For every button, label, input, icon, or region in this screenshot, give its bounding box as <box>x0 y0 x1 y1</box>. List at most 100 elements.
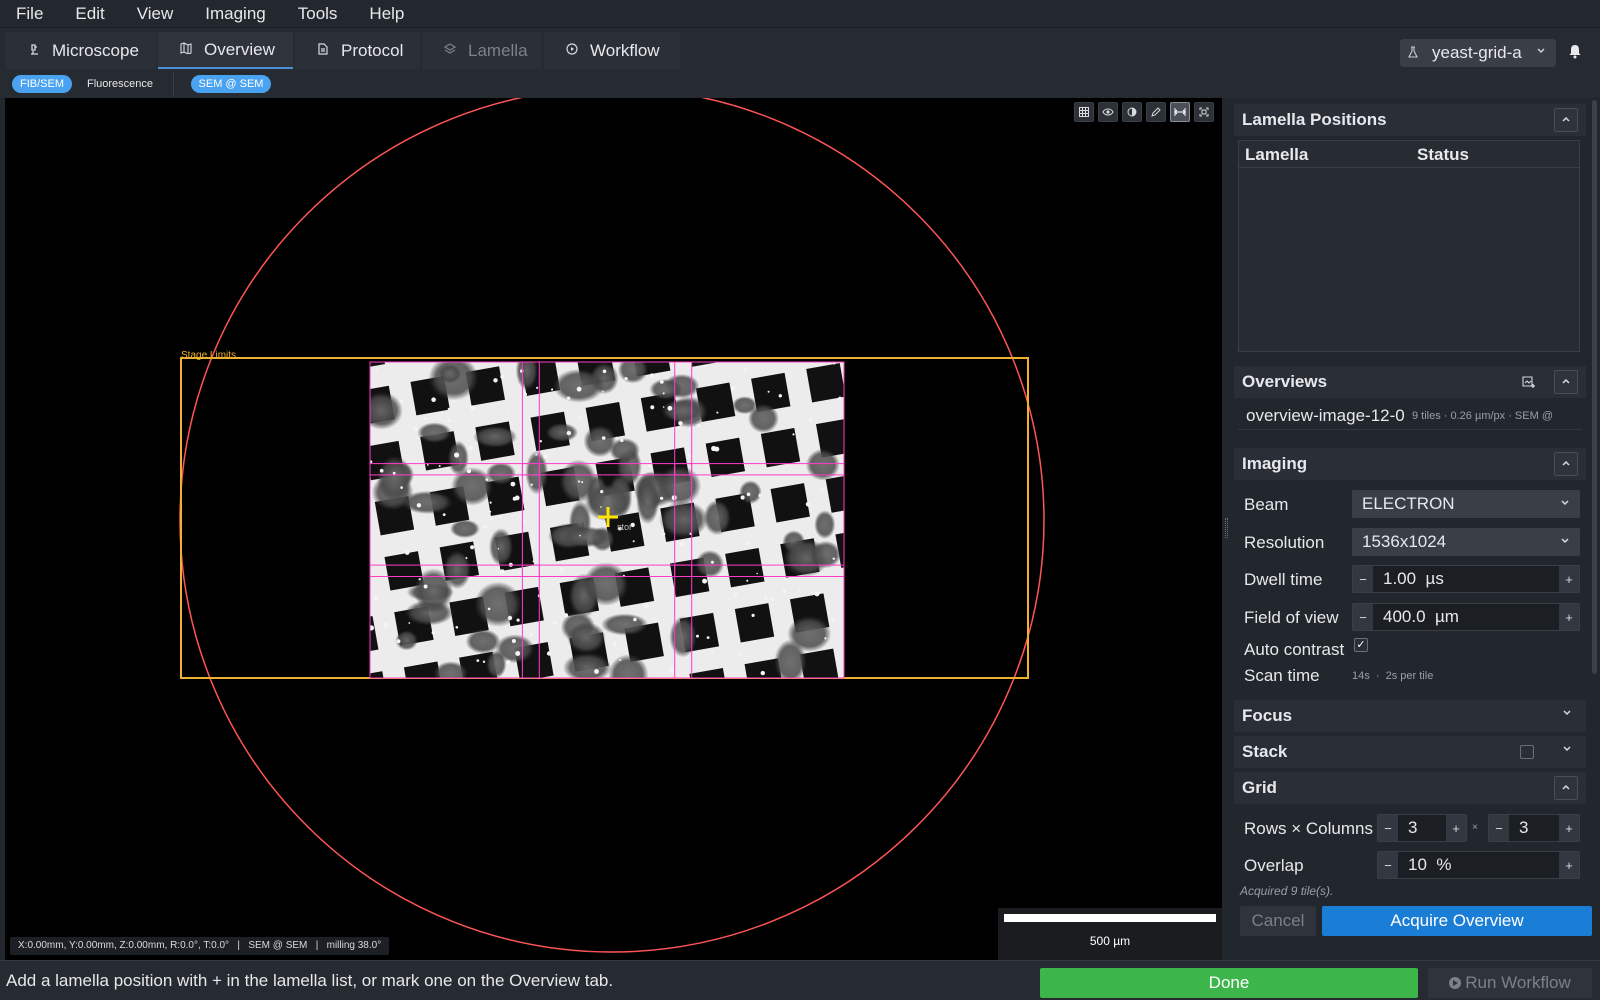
lamella-table[interactable]: Lamella Status <box>1238 140 1580 352</box>
beam-select[interactable]: ELECTRON <box>1352 490 1580 518</box>
fluorescence-mode-pill[interactable]: Fluorescence <box>80 75 160 93</box>
overviews-header[interactable]: Overviews <box>1234 366 1586 398</box>
microscope-icon <box>26 43 42 58</box>
tab-protocol[interactable]: Protocol <box>295 32 420 69</box>
menu-tools[interactable]: Tools <box>282 0 354 28</box>
map-icon <box>178 42 194 57</box>
field-of-view-value[interactable]: 400.0 µm <box>1373 607 1559 627</box>
contrast-icon[interactable] <box>1122 102 1142 122</box>
lamella-positions-header[interactable]: Lamella Positions <box>1234 104 1586 136</box>
increment-button[interactable]: + <box>1446 815 1466 841</box>
document-icon <box>315 43 331 58</box>
fibsem-mode-pill[interactable]: FIB/SEM <box>12 75 72 93</box>
overview-meta: 9 tiles · 0.26 µm/px · SEM @ <box>1412 409 1553 422</box>
decrement-button[interactable]: − <box>1353 566 1373 592</box>
overview-name: overview-image-12-0 <box>1246 405 1405 425</box>
resolution-label: Resolution <box>1244 533 1325 552</box>
grid-icon[interactable] <box>1074 102 1094 122</box>
overview-viewer[interactable]: stor Stage Limits X:0.00mm, Y:0.00mm, Z:… <box>5 98 1222 960</box>
bell-icon[interactable] <box>1568 43 1584 61</box>
section-title: Focus <box>1242 706 1293 725</box>
chevron-down-icon <box>1560 528 1570 556</box>
increment-button[interactable]: + <box>1559 566 1579 592</box>
overlap-value[interactable]: 10 % <box>1398 855 1559 875</box>
panel-scrollbar[interactable] <box>1592 100 1597 674</box>
focus-header[interactable]: Focus <box>1234 700 1586 732</box>
list-item[interactable]: overview-image-12-0 9 tiles · 0.26 µm/px… <box>1238 402 1582 430</box>
menu-file[interactable]: File <box>0 0 59 28</box>
chevron-up-icon[interactable] <box>1554 370 1578 394</box>
stack-header[interactable]: Stack <box>1234 736 1586 768</box>
beam-pill[interactable]: SEM @ SEM <box>191 75 271 93</box>
rows-columns-label: Rows × Columns <box>1244 819 1373 838</box>
overlap-stepper[interactable]: − 10 % + <box>1377 851 1580 879</box>
columns-stepper[interactable]: − 3 + <box>1488 814 1580 842</box>
dwell-time-stepper[interactable]: − 1.00 µs + <box>1352 565 1580 593</box>
stage-limits-label: Stage Limits <box>181 350 237 361</box>
menu-imaging[interactable]: Imaging <box>189 0 281 28</box>
scale-bar-label: 500 µm <box>1089 934 1131 948</box>
pencil-icon[interactable] <box>1146 102 1166 122</box>
tab-overview[interactable]: Overview <box>158 32 293 69</box>
chevron-up-icon[interactable] <box>1554 108 1578 132</box>
section-title: Overviews <box>1242 372 1328 391</box>
decrement-button[interactable]: − <box>1489 815 1509 841</box>
auto-contrast-checkbox[interactable]: ✓ <box>1354 638 1368 652</box>
tab-bar: Microscope Overview Protocol Lamella Wor… <box>0 28 1600 70</box>
rows-value[interactable]: 3 <box>1398 818 1446 838</box>
grid-header[interactable]: Grid <box>1234 772 1586 804</box>
cancel-button[interactable]: Cancel <box>1240 906 1316 936</box>
scale-bar: 500 µm <box>998 908 1222 960</box>
acquire-overview-button[interactable]: Acquire Overview <box>1322 906 1592 936</box>
coordinates-readout: X:0.00mm, Y:0.00mm, Z:0.00mm, R:0.0°, T:… <box>10 937 390 955</box>
splitter-grip[interactable] <box>1225 518 1228 538</box>
overlap-label: Overlap <box>1244 856 1304 875</box>
menu-view[interactable]: View <box>121 0 190 28</box>
decrement-button[interactable]: − <box>1353 604 1373 630</box>
decrement-button[interactable]: − <box>1378 815 1398 841</box>
columns-value[interactable]: 3 <box>1509 818 1559 838</box>
run-workflow-button[interactable]: Run Workflow <box>1428 968 1592 998</box>
field-of-view-stepper[interactable]: − 400.0 µm + <box>1352 603 1580 631</box>
scan-time-label: Scan time <box>1244 666 1320 685</box>
play-icon <box>1449 977 1462 989</box>
dwell-time-value[interactable]: 1.00 µs <box>1373 569 1559 589</box>
column-header-status[interactable]: Status <box>1417 145 1469 165</box>
tab-microscope[interactable]: Microscope <box>6 32 156 69</box>
viewer-toolbar <box>1074 102 1214 122</box>
fit-icon[interactable] <box>1194 102 1214 122</box>
increment-button[interactable]: + <box>1559 852 1579 878</box>
resolution-select[interactable]: 1536x1024 <box>1352 528 1580 556</box>
stack-enable-checkbox[interactable] <box>1520 745 1534 759</box>
status-message: Add a lamella position with + in the lam… <box>6 971 614 990</box>
chevron-down-icon[interactable] <box>1562 743 1572 756</box>
status-bar: Add a lamella position with + in the lam… <box>0 960 1600 1000</box>
mode-bar: FIB/SEM Fluorescence SEM @ SEM <box>0 70 1600 98</box>
menu-edit[interactable]: Edit <box>59 0 120 28</box>
tab-label: Microscope <box>52 40 139 60</box>
column-header-lamella[interactable]: Lamella <box>1245 145 1308 165</box>
side-panel: Lamella Positions Lamella Status Overvie… <box>1232 98 1600 960</box>
chevron-down-icon <box>1536 45 1546 58</box>
tab-lamella[interactable]: Lamella <box>422 32 542 69</box>
add-image-icon[interactable] <box>1522 375 1536 389</box>
rows-stepper[interactable]: − 3 + <box>1377 814 1467 842</box>
chevron-down-icon[interactable] <box>1562 707 1572 720</box>
panel-splitter[interactable] <box>1222 98 1232 960</box>
tab-workflow[interactable]: Workflow <box>544 32 680 69</box>
measure-icon[interactable] <box>1170 102 1190 122</box>
dwell-time-label: Dwell time <box>1244 570 1323 589</box>
increment-button[interactable]: + <box>1559 604 1579 630</box>
decrement-button[interactable]: − <box>1378 852 1398 878</box>
tab-label: Overview <box>204 39 275 59</box>
scale-bar-line <box>1004 914 1216 922</box>
done-button[interactable]: Done <box>1040 968 1418 998</box>
chevron-up-icon[interactable] <box>1554 776 1578 800</box>
imaging-header[interactable]: Imaging <box>1234 448 1586 480</box>
chevron-up-icon[interactable] <box>1554 452 1578 476</box>
eye-icon[interactable] <box>1098 102 1118 122</box>
increment-button[interactable]: + <box>1559 815 1579 841</box>
overview-canvas[interactable] <box>5 98 1222 960</box>
menu-help[interactable]: Help <box>353 0 420 28</box>
project-select[interactable]: yeast-grid-a <box>1400 39 1556 67</box>
